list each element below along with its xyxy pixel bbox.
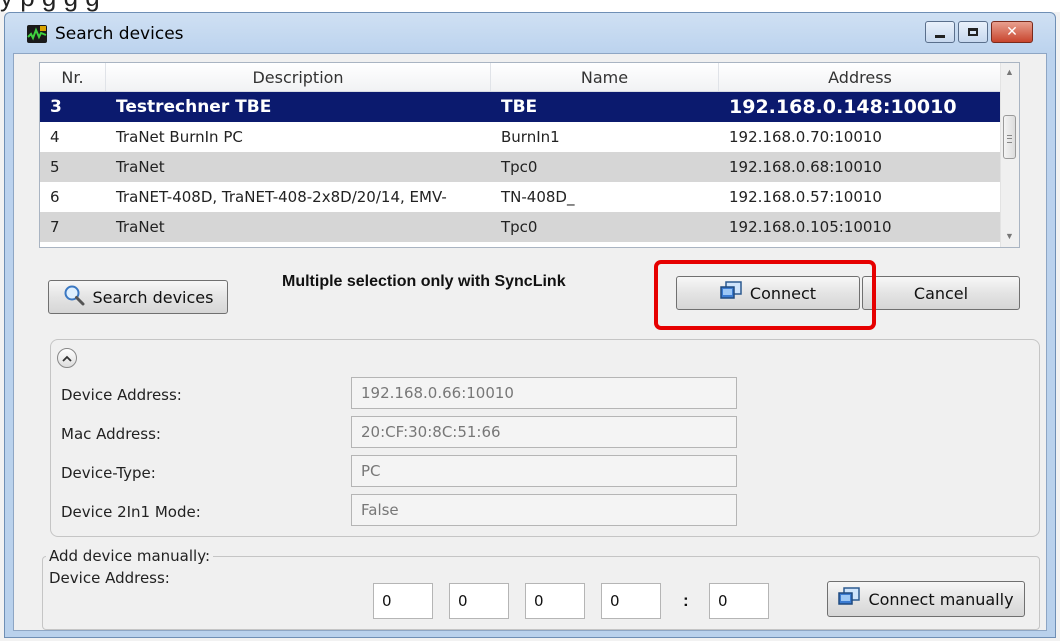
mac-address-field: 20:CF:30:8C:51:66: [351, 416, 737, 448]
top-band: y p g g g: [0, 0, 1060, 12]
device-2in1-mode-field: False: [351, 494, 737, 526]
device-table[interactable]: Nr. Description Name Address 3 Testrechn…: [39, 62, 1020, 248]
cell-nr: 7: [50, 218, 60, 236]
cell-address: 192.168.0.57:10010: [729, 188, 882, 206]
table-row[interactable]: 6 TraNET-408D, TraNET-408-2x8D/20/14, EM…: [40, 182, 1002, 212]
ip-octet-1-input[interactable]: 0: [373, 583, 433, 619]
cell-nr: 6: [50, 188, 60, 206]
column-header-description[interactable]: Description: [106, 63, 491, 91]
cell-name: Tpc0: [501, 158, 538, 176]
table-header: Nr. Description Name Address: [40, 63, 1002, 92]
add-device-manually-legend: Add device manually:: [46, 547, 214, 565]
cell-nr: 5: [50, 158, 60, 176]
cell-address: 192.168.0.70:10010: [729, 128, 882, 146]
title-bar[interactable]: Search devices ✕: [5, 13, 1055, 53]
cell-description: TraNet: [116, 218, 165, 236]
collapse-button[interactable]: [57, 348, 77, 368]
device-type-field: PC: [351, 455, 737, 487]
device-details-panel: Device Address: 192.168.0.66:10010 Mac A…: [50, 339, 1040, 537]
cell-address: 192.168.0.105:10010: [729, 218, 892, 236]
minimize-icon: [935, 34, 945, 38]
ip-octet-2-input[interactable]: 0: [449, 583, 509, 619]
cell-description: TraNet: [116, 158, 165, 176]
table-row[interactable]: 3 Testrechner TBE TBE 192.168.0.148:1001…: [40, 92, 1002, 122]
close-button[interactable]: ✕: [991, 21, 1033, 43]
connect-icon: [838, 587, 861, 611]
cell-name: BurnIn1: [501, 128, 560, 146]
cell-name: TBE: [501, 97, 538, 117]
table-scrollbar[interactable]: ▲ ▼: [1000, 63, 1019, 247]
cell-nr: 4: [50, 128, 60, 146]
port-separator: :: [683, 591, 689, 610]
scroll-down-icon[interactable]: ▼: [1005, 231, 1014, 241]
app-icon: [27, 25, 47, 43]
cell-description: TraNET-408D, TraNET-408-2x8D/20/14, EMV-: [116, 188, 447, 206]
cropped-caption: y p g g g: [0, 0, 1060, 12]
search-devices-window: Search devices ✕ Nr. Description Name Ad…: [4, 12, 1056, 638]
add-device-manually-group: Add device manually: Device Address: 0 0…: [42, 547, 1040, 630]
cell-address: 192.168.0.148:10010: [729, 96, 957, 118]
column-header-name[interactable]: Name: [491, 63, 719, 91]
device-address-label: Device Address:: [61, 386, 182, 404]
scroll-thumb[interactable]: [1003, 115, 1016, 159]
cancel-button[interactable]: Cancel: [862, 276, 1020, 310]
mac-address-label: Mac Address:: [61, 425, 161, 443]
cell-description: Testrechner TBE: [116, 97, 272, 117]
cell-description: TraNet BurnIn PC: [116, 128, 243, 146]
window-title: Search devices: [55, 24, 184, 44]
device-2in1-mode-label: Device 2In1 Mode:: [61, 503, 201, 521]
magnifier-icon: [63, 284, 85, 310]
device-address-field: 192.168.0.66:10010: [351, 377, 737, 409]
port-input[interactable]: 0: [709, 583, 769, 619]
manual-address-label: Device Address:: [49, 569, 170, 587]
column-header-address[interactable]: Address: [719, 63, 1002, 91]
cell-name: Tpc0: [501, 218, 538, 236]
connect-manually-label: Connect manually: [868, 589, 1014, 609]
table-row[interactable]: 7 TraNet Tpc0 192.168.0.105:10010: [40, 212, 1002, 242]
maximize-button[interactable]: [958, 21, 988, 43]
cell-name: TN-408D_: [501, 188, 575, 206]
cancel-label: Cancel: [913, 283, 969, 303]
device-type-label: Device-Type:: [61, 464, 156, 482]
maximize-icon: [968, 28, 978, 36]
table-row[interactable]: 5 TraNet Tpc0 192.168.0.68:10010: [40, 152, 1002, 182]
close-icon: ✕: [1006, 24, 1018, 40]
multiple-selection-note: Multiple selection only with SyncLink: [282, 273, 566, 290]
cell-address: 192.168.0.68:10010: [729, 158, 882, 176]
ip-octet-3-input[interactable]: 0: [525, 583, 585, 619]
grip-icon: [1007, 135, 1012, 143]
chevron-up-icon: [62, 349, 72, 367]
scroll-up-icon[interactable]: ▲: [1005, 67, 1014, 77]
ip-octet-4-input[interactable]: 0: [601, 583, 661, 619]
connect-highlight-annotation: [654, 260, 876, 330]
dialog-client: Nr. Description Name Address 3 Testrechn…: [13, 53, 1047, 631]
table-row[interactable]: 4 TraNet BurnIn PC BurnIn1 192.168.0.70:…: [40, 122, 1002, 152]
search-devices-label: Search devices: [92, 287, 214, 307]
search-devices-button[interactable]: Search devices: [48, 280, 228, 314]
connect-manually-button[interactable]: Connect manually: [827, 581, 1025, 617]
minimize-button[interactable]: [925, 21, 955, 43]
column-header-nr[interactable]: Nr.: [40, 63, 106, 91]
cell-nr: 3: [50, 97, 62, 117]
